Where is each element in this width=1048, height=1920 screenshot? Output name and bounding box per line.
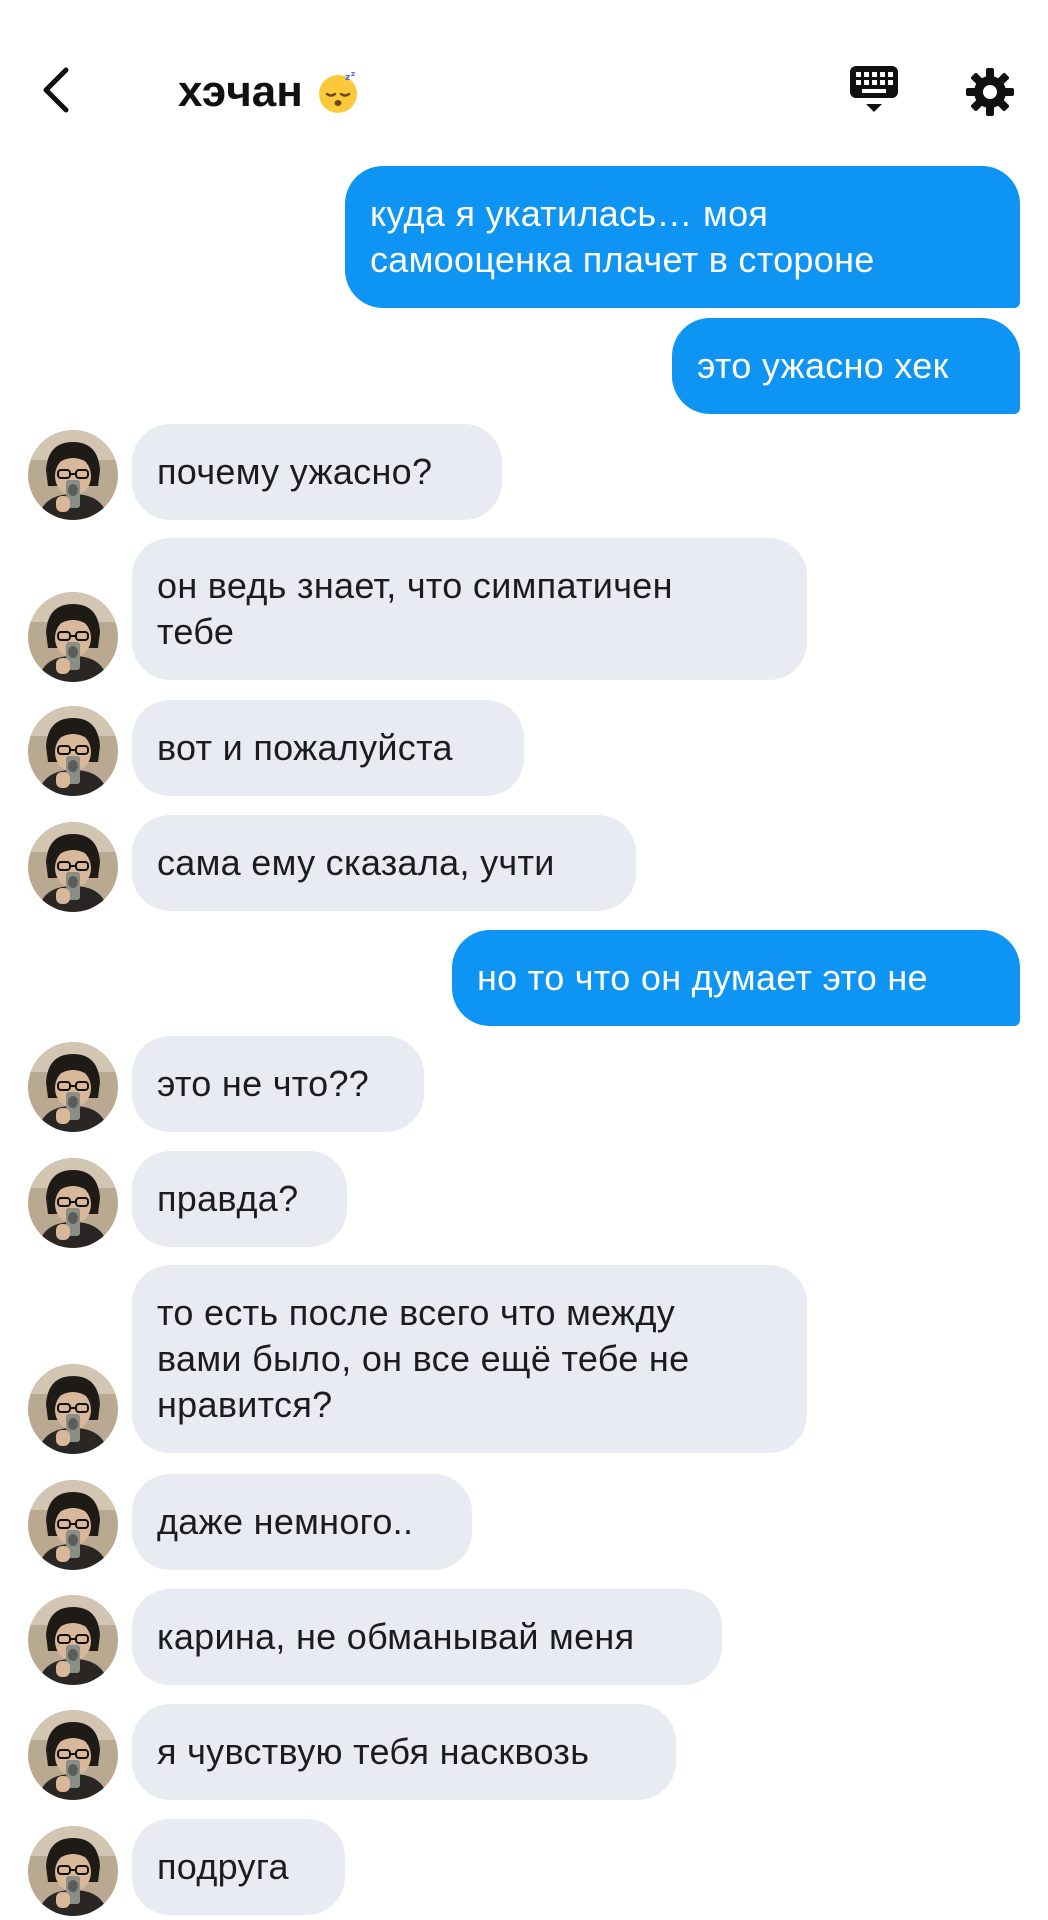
avatar[interactable] xyxy=(28,706,118,796)
avatar[interactable] xyxy=(28,822,118,912)
chat-header: хэчан z z xyxy=(0,0,1048,170)
gear-icon xyxy=(966,68,1014,116)
sent-message[interactable]: куда я укатилась… моя самооценка плачет … xyxy=(345,166,1020,308)
sent-message[interactable]: это ужасно хек xyxy=(672,318,1020,414)
keyboard-icon xyxy=(850,66,898,112)
received-message[interactable]: почему ужасно? xyxy=(132,424,502,520)
received-message[interactable]: то есть после всего что между вами было,… xyxy=(132,1265,807,1453)
avatar[interactable] xyxy=(28,1042,118,1132)
received-message[interactable]: подруга xyxy=(132,1819,345,1915)
avatar[interactable] xyxy=(28,1364,118,1454)
avatar[interactable] xyxy=(28,1710,118,1800)
svg-text:z: z xyxy=(351,70,355,78)
received-message[interactable]: сама ему сказала, учти xyxy=(132,815,636,911)
avatar[interactable] xyxy=(28,1826,118,1916)
received-message[interactable]: я чувствую тебя насквозь xyxy=(132,1704,676,1800)
back-button[interactable] xyxy=(28,60,84,120)
avatar[interactable] xyxy=(28,1158,118,1248)
contact-name: хэчан xyxy=(178,67,303,116)
received-message[interactable]: даже немного.. xyxy=(132,1474,472,1570)
sleeping-face-emoji: z z xyxy=(315,69,361,115)
keyboard-button[interactable] xyxy=(846,62,902,122)
chevron-left-icon xyxy=(43,67,69,113)
avatar[interactable] xyxy=(28,1480,118,1570)
received-message[interactable]: правда? xyxy=(132,1151,347,1247)
avatar[interactable] xyxy=(28,592,118,682)
avatar[interactable] xyxy=(28,430,118,520)
received-message[interactable]: вот и пожалуйста xyxy=(132,700,524,796)
received-message[interactable]: карина, не обманывай меня xyxy=(132,1589,722,1685)
sent-message[interactable]: но то что он думает это не xyxy=(452,930,1020,1026)
svg-text:z: z xyxy=(345,73,350,83)
avatar[interactable] xyxy=(28,1595,118,1685)
settings-button[interactable] xyxy=(962,64,1018,120)
received-message[interactable]: это не что?? xyxy=(132,1036,424,1132)
received-message[interactable]: он ведь знает, что симпатичен тебе xyxy=(132,538,807,680)
chat-title: хэчан z z xyxy=(178,62,361,122)
